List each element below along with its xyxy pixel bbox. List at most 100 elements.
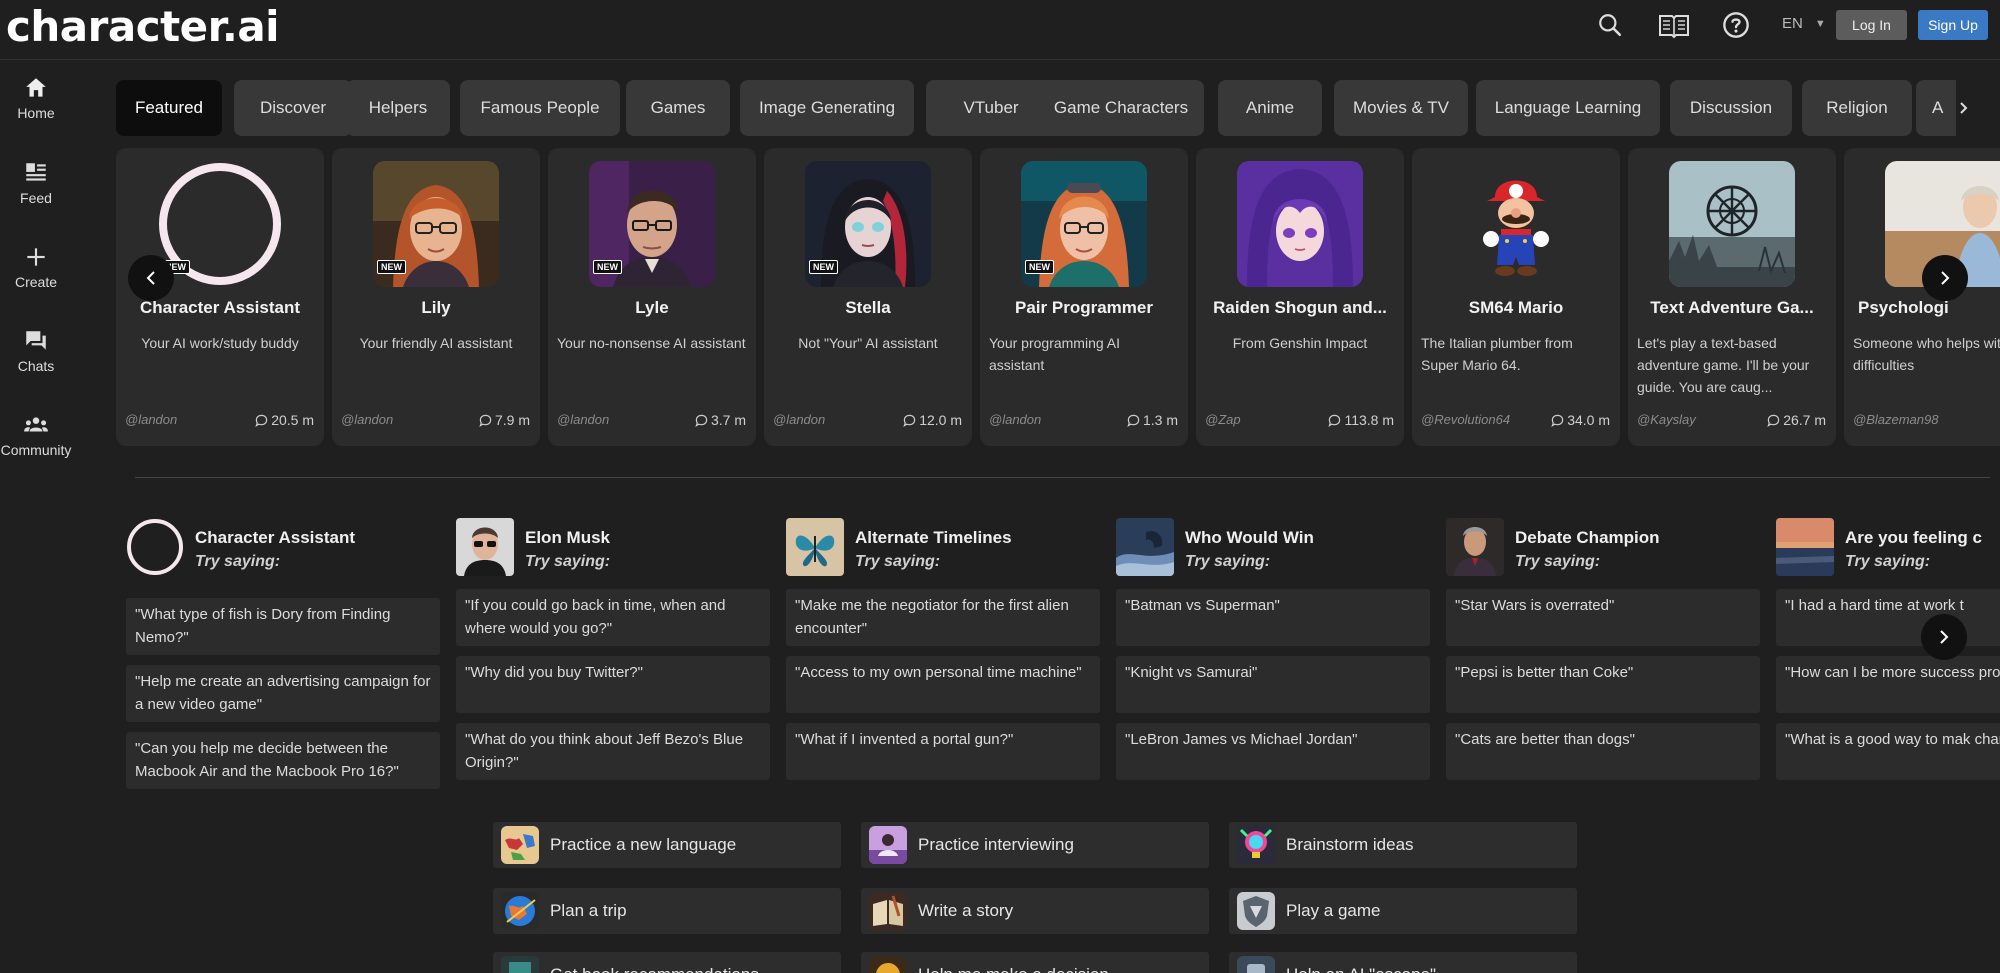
sidebar-item-feed[interactable]: Feed bbox=[0, 160, 72, 206]
character-avatar bbox=[126, 518, 184, 576]
suggestions-next-button[interactable] bbox=[1921, 614, 1967, 660]
tab-featured[interactable]: Featured bbox=[116, 80, 222, 136]
suggestion-header[interactable]: Who Would Win Try saying: bbox=[1116, 518, 1436, 576]
suggestion-prompt[interactable]: "Knight vs Samurai" bbox=[1116, 656, 1430, 713]
action-book-recommendations[interactable]: Get book recommendations bbox=[493, 952, 841, 973]
action-make-decision[interactable]: Help me make a decision bbox=[861, 952, 1209, 973]
new-badge: NEW bbox=[1025, 260, 1054, 274]
action-ai-escape[interactable]: Help an AI "escape" bbox=[1229, 952, 1577, 973]
suggestion-prompt[interactable]: "What type of fish is Dory from Finding … bbox=[126, 598, 440, 655]
interview-icon bbox=[869, 826, 907, 864]
suggestion-prompt[interactable]: "Make me the negotiator for the first al… bbox=[786, 589, 1100, 646]
tab-religion[interactable]: Religion bbox=[1802, 80, 1912, 136]
sidebar-item-community[interactable]: Community bbox=[0, 412, 72, 458]
suggestion-prompt[interactable]: "Star Wars is overrated" bbox=[1446, 589, 1760, 646]
suggestion-prompt[interactable]: "Why did you buy Twitter?" bbox=[456, 656, 770, 713]
search-icon[interactable] bbox=[1594, 9, 1626, 41]
character-avatar bbox=[1453, 161, 1579, 287]
tab-movies-tv[interactable]: Movies & TV bbox=[1334, 80, 1468, 136]
character-creator[interactable]: @Blazeman98 bbox=[1853, 412, 1938, 427]
carousel-prev-button[interactable] bbox=[128, 255, 174, 301]
character-avatar bbox=[1446, 518, 1504, 576]
suggestion-prompt[interactable]: "If you could go back in time, when and … bbox=[456, 589, 770, 646]
tab-games[interactable]: Games bbox=[626, 80, 730, 136]
tab-language-learning[interactable]: Language Learning bbox=[1476, 80, 1660, 136]
character-creator[interactable]: @landon bbox=[989, 412, 1041, 427]
chat-bubble-icon bbox=[479, 414, 492, 427]
suggestion-header[interactable]: Alternate Timelines Try saying: bbox=[786, 518, 1106, 576]
language-value: EN bbox=[1782, 15, 1803, 32]
action-practice-interviewing[interactable]: Practice interviewing bbox=[861, 822, 1209, 868]
signup-button[interactable]: Sign Up bbox=[1918, 10, 1988, 40]
try-saying-label: Try saying: bbox=[1845, 553, 1931, 570]
tab-image-generating[interactable]: Image Generating bbox=[740, 80, 914, 136]
suggestion-prompt[interactable]: "Access to my own personal time machine" bbox=[786, 656, 1100, 713]
character-creator[interactable]: @landon bbox=[773, 412, 825, 427]
tabs-next-button[interactable] bbox=[1952, 96, 1976, 120]
suggestion-header[interactable]: Elon Musk Try saying: bbox=[456, 518, 776, 576]
character-creator[interactable]: @landon bbox=[341, 412, 393, 427]
section-divider bbox=[135, 477, 1990, 478]
suggestion-prompt[interactable]: "What is a good way to mak change in lif… bbox=[1776, 723, 2000, 780]
tab-discussion[interactable]: Discussion bbox=[1670, 80, 1792, 136]
action-brainstorm[interactable]: Brainstorm ideas bbox=[1229, 822, 1577, 868]
tab-vtuber[interactable]: VTuber bbox=[926, 80, 1056, 136]
action-play-game[interactable]: Play a game bbox=[1229, 888, 1577, 934]
suggestion-header[interactable]: Character Assistant Try saying: bbox=[126, 518, 446, 576]
action-label: Plan a trip bbox=[550, 901, 627, 920]
book-icon[interactable] bbox=[1658, 9, 1690, 41]
suggestion-prompt[interactable]: "Cats are better than dogs" bbox=[1446, 723, 1760, 780]
tab-a[interactable]: A bbox=[1916, 80, 1956, 136]
tab-helpers[interactable]: Helpers bbox=[346, 80, 450, 136]
suggestion-prompt[interactable]: "What if I invented a portal gun?" bbox=[786, 723, 1100, 780]
character-description: Your friendly AI assistant bbox=[359, 335, 513, 351]
tab-discover[interactable]: Discover bbox=[234, 80, 352, 136]
chat-bubble-icon bbox=[1551, 414, 1564, 427]
login-button[interactable]: Log In bbox=[1836, 10, 1907, 40]
chat-count-value: 1.3 m bbox=[1142, 412, 1178, 428]
character-card[interactable]: Raiden Shogun and... From Genshin Impact… bbox=[1196, 148, 1404, 446]
suggestion-prompt[interactable]: "LeBron James vs Michael Jordan" bbox=[1116, 723, 1430, 780]
character-description: Your programming AI assistant bbox=[989, 335, 1120, 373]
character-card[interactable]: NEW Lyle Your no-nonsense AI assistant @… bbox=[548, 148, 756, 446]
suggestion-prompt[interactable]: "How can I be more success profession" bbox=[1776, 656, 2000, 713]
suggestion-header[interactable]: Debate Champion Try saying: bbox=[1446, 518, 1766, 576]
character-creator[interactable]: @landon bbox=[557, 412, 609, 427]
action-plan-trip[interactable]: Plan a trip bbox=[493, 888, 841, 934]
sidebar-item-home[interactable]: Home bbox=[0, 75, 72, 121]
character-avatar bbox=[1116, 518, 1174, 576]
suggestion-header[interactable]: Are you feeling c Try saying: bbox=[1776, 518, 2000, 576]
action-label: Help an AI "escape" bbox=[1286, 965, 1436, 973]
suggestion-prompt[interactable]: "Can you help me decide between the Macb… bbox=[126, 732, 440, 789]
brand-logo[interactable]: character.ai bbox=[6, 2, 280, 51]
action-practice-language[interactable]: Practice a new language bbox=[493, 822, 841, 868]
character-creator[interactable]: @Zap bbox=[1205, 412, 1241, 427]
carousel-next-button[interactable] bbox=[1922, 255, 1968, 301]
character-card[interactable]: NEW Stella Not "Your" AI assistant @land… bbox=[764, 148, 972, 446]
character-card[interactable]: NEW Pair Programmer Your programming AI … bbox=[980, 148, 1188, 446]
language-select[interactable]: EN ▼ bbox=[1782, 15, 1826, 32]
character-card[interactable]: Psychologi Someone who helps with life d… bbox=[1844, 148, 2000, 446]
suggestion-prompt[interactable]: "Help me create an advertising campaign … bbox=[126, 665, 440, 722]
character-card[interactable]: SM64 Mario The Italian plumber from Supe… bbox=[1412, 148, 1620, 446]
tab-game-characters[interactable]: Game Characters bbox=[1038, 80, 1204, 136]
help-icon[interactable] bbox=[1720, 9, 1752, 41]
character-avatar bbox=[786, 518, 844, 576]
character-creator[interactable]: @Revolution64 bbox=[1421, 412, 1510, 427]
suggestion-title: Who Would Win bbox=[1185, 528, 1314, 547]
tab-famous-people[interactable]: Famous People bbox=[460, 80, 620, 136]
suggestion-prompt[interactable]: "What do you think about Jeff Bezo's Blu… bbox=[456, 723, 770, 780]
sidebar-item-chats[interactable]: Chats bbox=[0, 328, 72, 374]
character-card[interactable]: NEW Lily Your friendly AI assistant @lan… bbox=[332, 148, 540, 446]
action-write-story[interactable]: Write a story bbox=[861, 888, 1209, 934]
new-badge: NEW bbox=[593, 260, 622, 274]
tab-anime[interactable]: Anime bbox=[1218, 80, 1322, 136]
suggestion-prompt[interactable]: "Batman vs Superman" bbox=[1116, 589, 1430, 646]
sidebar-item-create[interactable]: Create bbox=[0, 244, 72, 290]
suggestion-prompt[interactable]: "Pepsi is better than Coke" bbox=[1446, 656, 1760, 713]
character-avatar bbox=[1669, 161, 1795, 287]
character-creator[interactable]: @landon bbox=[125, 412, 177, 427]
sidebar-item-label: Feed bbox=[20, 190, 52, 206]
character-card[interactable]: Text Adventure Ga... Let's play a text-b… bbox=[1628, 148, 1836, 446]
character-creator[interactable]: @Kayslay bbox=[1637, 412, 1696, 427]
